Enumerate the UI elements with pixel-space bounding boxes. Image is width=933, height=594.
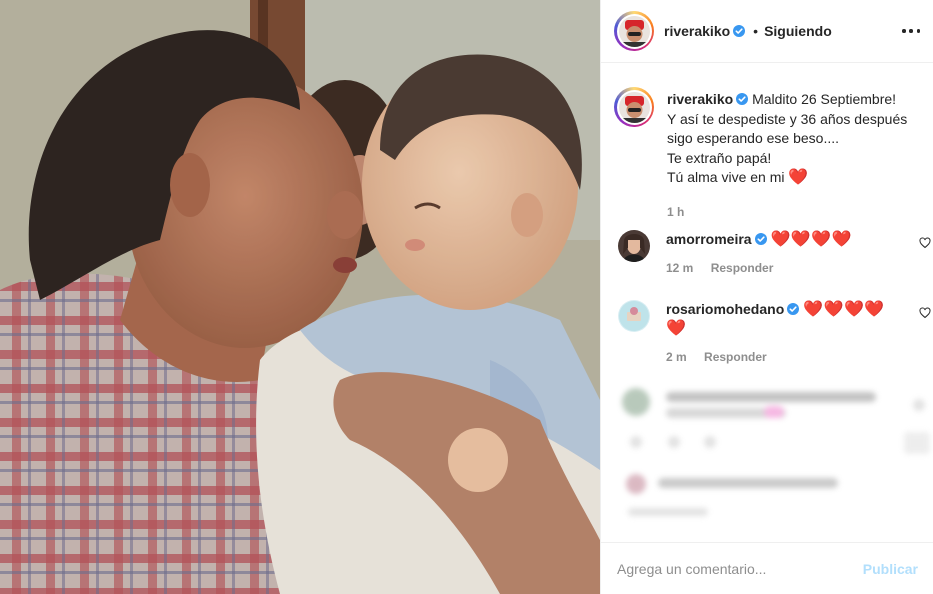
- caption-author-avatar[interactable]: [614, 87, 654, 127]
- verified-badge-icon: [733, 25, 746, 37]
- author-avatar-image: [618, 15, 650, 47]
- following-button[interactable]: Siguiendo: [764, 23, 832, 39]
- commenter-verified-badge-icon: [787, 303, 800, 315]
- author-avatar[interactable]: [614, 11, 654, 51]
- commenter-username[interactable]: rosariomohedano: [666, 301, 784, 317]
- author-username[interactable]: riverakiko: [664, 23, 730, 39]
- comment-hearts: ❤️❤️❤️❤️: [770, 231, 853, 248]
- post-header: riverakiko • Siguiendo: [601, 0, 933, 63]
- comment-timestamp[interactable]: 12 m: [666, 261, 693, 275]
- caption-verified-badge-icon: [736, 93, 749, 105]
- caption-timestamp[interactable]: 1 h: [667, 205, 924, 219]
- post-caption: riverakiko Maldito 26 Septiembre! Y así …: [614, 87, 924, 219]
- caption-heart-emoji: ❤️: [788, 169, 809, 186]
- comment-timestamp[interactable]: 2 m: [666, 350, 687, 364]
- caption-line-1: Maldito 26 Septiembre!: [752, 91, 897, 107]
- caption-line-4: Tú alma vive en mi: [667, 169, 785, 185]
- blurred-comments-graphic: [622, 388, 930, 516]
- comment-item: rosariomohedano ❤️❤️❤️❤️ ❤️ 2 m Responde…: [618, 300, 931, 364]
- commenter-username[interactable]: amorromeira: [666, 231, 752, 247]
- comment-text: rosariomohedano ❤️❤️❤️❤️ ❤️: [666, 300, 906, 338]
- comment-meta: 2 m Responder: [666, 350, 918, 364]
- comment-text: amorromeira ❤️❤️❤️❤️: [666, 230, 906, 249]
- comment-composer: Publicar: [601, 542, 933, 594]
- post-side-panel: riverakiko • Siguiendo riverakiko Maldit…: [600, 0, 933, 594]
- commenter-verified-badge-icon: [754, 233, 767, 245]
- more-options-icon[interactable]: [902, 22, 920, 40]
- caption-line-2: Y así te despediste y 36 años después si…: [667, 110, 908, 147]
- add-comment-input[interactable]: [617, 560, 863, 577]
- caption-author-avatar-image: [618, 91, 650, 123]
- comment-hearts-wrap: ❤️: [666, 320, 687, 337]
- like-comment-heart-icon[interactable]: [919, 307, 931, 319]
- caption-text: riverakiko Maldito 26 Septiembre! Y así …: [667, 87, 924, 188]
- reply-button[interactable]: Responder: [711, 261, 774, 275]
- publish-button[interactable]: Publicar: [863, 561, 918, 577]
- commenter-avatar[interactable]: [618, 230, 650, 262]
- post-photo[interactable]: [0, 0, 600, 594]
- reply-button[interactable]: Responder: [704, 350, 767, 364]
- comment-item: amorromeira ❤️❤️❤️❤️ 12 m Responder: [618, 230, 931, 275]
- comment-meta: 12 m Responder: [666, 261, 918, 275]
- like-comment-heart-icon[interactable]: [919, 237, 931, 249]
- post-photo-image: [0, 0, 600, 594]
- caption-line-3: Te extraño papá!: [667, 149, 772, 166]
- commenter-avatar-image: [618, 300, 650, 332]
- caption-username[interactable]: riverakiko: [667, 91, 733, 107]
- header-separator: •: [753, 23, 759, 39]
- commenter-avatar[interactable]: [618, 300, 650, 332]
- comment-hearts: ❤️❤️❤️❤️: [803, 301, 885, 318]
- blurred-comments-area: [614, 380, 933, 530]
- commenter-avatar-image: [618, 230, 650, 262]
